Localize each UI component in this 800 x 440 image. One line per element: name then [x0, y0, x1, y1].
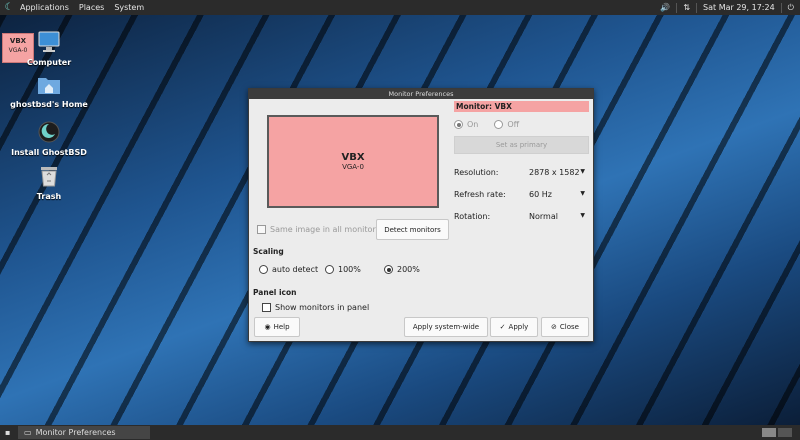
panel-icon-title: Panel icon — [253, 288, 297, 297]
detect-monitors-label: Detect monitors — [384, 225, 441, 234]
help-label: Help — [273, 323, 290, 331]
resolution-row: Resolution: 2878 x 1582 ▼ — [454, 164, 589, 180]
desktop-icon-install-ghostbsd[interactable]: Install GhostBSD — [9, 120, 89, 157]
on-label: On — [467, 120, 479, 129]
scaling-auto-label: auto detect — [272, 265, 319, 274]
scaling-option-auto[interactable]: auto detect — [259, 265, 318, 274]
top-panel: ☾ Applications Places System 🔊 ⇅ Sat Mar… — [0, 0, 800, 15]
menu-applications[interactable]: Applications — [20, 3, 69, 12]
desktop-icon-computer[interactable]: Computer — [9, 30, 89, 67]
refresh-rate-row: Refresh rate: 60 Hz ▼ — [454, 186, 589, 202]
same-image-label: Same image in all monitors — [270, 225, 380, 234]
power-radio-group: On Off — [454, 120, 589, 129]
trash-icon — [9, 164, 89, 190]
same-image-checkbox[interactable] — [257, 225, 266, 234]
apply-button[interactable]: ✓ Apply — [490, 317, 538, 337]
computer-icon — [9, 30, 89, 56]
cancel-icon: ⊘ — [551, 323, 557, 331]
workspace-1[interactable] — [762, 428, 776, 437]
bottom-panel: ▪ ▭ Monitor Preferences — [0, 425, 800, 440]
refresh-rate-select[interactable]: 60 Hz ▼ — [529, 190, 589, 199]
desktop-icon-label: Trash — [36, 192, 62, 201]
rotation-select[interactable]: Normal ▼ — [529, 212, 589, 221]
scaling-200-radio[interactable] — [384, 265, 393, 274]
scaling-option-100[interactable]: 100% — [325, 265, 361, 274]
desktop-icon-home[interactable]: ghostbsd's Home — [9, 74, 89, 109]
monitor-preview[interactable]: VBX VGA-0 — [267, 115, 439, 208]
close-button[interactable]: ⊘ Close — [541, 317, 589, 337]
resolution-value: 2878 x 1582 — [529, 167, 580, 177]
network-icon[interactable]: ⇅ — [683, 3, 690, 12]
ghostbsd-icon — [9, 120, 89, 146]
apply-system-wide-label: Apply system-wide — [412, 323, 480, 331]
show-monitors-label: Show monitors in panel — [275, 303, 370, 312]
resolution-select[interactable]: 2878 x 1582 ▼ — [529, 168, 589, 177]
chevron-down-icon: ▼ — [580, 167, 585, 175]
scaling-title: Scaling — [253, 247, 284, 256]
taskbar-item-monitor-preferences[interactable]: ▭ Monitor Preferences — [18, 426, 150, 439]
speaker-icon[interactable]: 🔊 — [660, 3, 670, 12]
off-radio[interactable] — [494, 120, 504, 129]
set-primary-button[interactable]: Set as primary — [454, 136, 589, 154]
workspace-switcher — [762, 428, 792, 437]
chevron-down-icon: ▼ — [580, 211, 585, 219]
off-label: Off — [507, 120, 520, 129]
show-monitors-checkbox[interactable] — [262, 303, 271, 312]
tray-separator — [696, 2, 698, 13]
close-label: Close — [559, 323, 579, 331]
tray-separator — [676, 2, 678, 13]
help-icon: ◉ — [264, 323, 271, 331]
desktop-icon-label: ghostbsd's Home — [10, 100, 88, 109]
detect-monitors-button[interactable]: Detect monitors — [376, 219, 449, 240]
preview-monitor-output: VGA-0 — [342, 163, 364, 171]
rotation-row: Rotation: Normal ▼ — [454, 208, 589, 224]
apply-label: Apply — [508, 323, 529, 331]
taskbar-item-label: Monitor Preferences — [35, 428, 116, 437]
tray-separator — [780, 2, 782, 13]
rotation-value: Normal — [529, 211, 558, 221]
desktop-icon-label: Computer — [26, 58, 72, 67]
scaling-200-label: 200% — [397, 265, 420, 274]
ghostbsd-logo-icon[interactable]: ☾ — [2, 1, 16, 15]
dialog-titlebar[interactable]: Monitor Preferences — [249, 89, 593, 99]
desktop-icon-label: Install GhostBSD — [11, 148, 87, 157]
monitor-header: Monitor: VBX — [454, 101, 589, 112]
monitor-settings-panel: Monitor: VBX On Off Set as primary Resol… — [454, 101, 589, 224]
scaling-option-200[interactable]: 200% — [384, 265, 420, 274]
scaling-100-radio[interactable] — [325, 265, 334, 274]
desktop-icon-trash[interactable]: Trash — [9, 164, 89, 201]
help-button[interactable]: ◉ Help — [254, 317, 300, 337]
system-tray: 🔊 ⇅ Sat Mar 29, 17:24 ⏻ — [660, 2, 800, 13]
refresh-rate-value: 60 Hz — [529, 189, 552, 199]
workspace-2[interactable] — [778, 428, 792, 437]
on-radio[interactable] — [454, 120, 463, 129]
monitor-preferences-dialog: Monitor Preferences VBX VGA-0 Monitor: V… — [248, 88, 594, 342]
same-image-row: Same image in all monitors — [257, 225, 380, 234]
display-settings-icon: ▭ — [24, 428, 32, 437]
home-folder-icon — [9, 74, 89, 98]
scaling-auto-radio[interactable] — [259, 265, 268, 274]
scaling-100-label: 100% — [338, 265, 361, 274]
apply-system-wide-button[interactable]: Apply system-wide — [404, 317, 488, 337]
menu-places[interactable]: Places — [79, 3, 104, 12]
preview-monitor-name: VBX — [341, 152, 365, 163]
clock[interactable]: Sat Mar 29, 17:24 — [703, 3, 775, 12]
chevron-down-icon: ▼ — [580, 189, 585, 197]
menu-system[interactable]: System — [114, 3, 144, 12]
rotation-label: Rotation: — [454, 211, 491, 221]
refresh-rate-label: Refresh rate: — [454, 189, 506, 199]
checkmark-icon: ✓ — [499, 323, 506, 331]
show-monitors-row: Show monitors in panel — [262, 303, 369, 312]
resolution-label: Resolution: — [454, 167, 499, 177]
show-desktop-icon[interactable]: ▪ — [5, 428, 10, 437]
power-icon[interactable]: ⏻ — [788, 3, 794, 13]
